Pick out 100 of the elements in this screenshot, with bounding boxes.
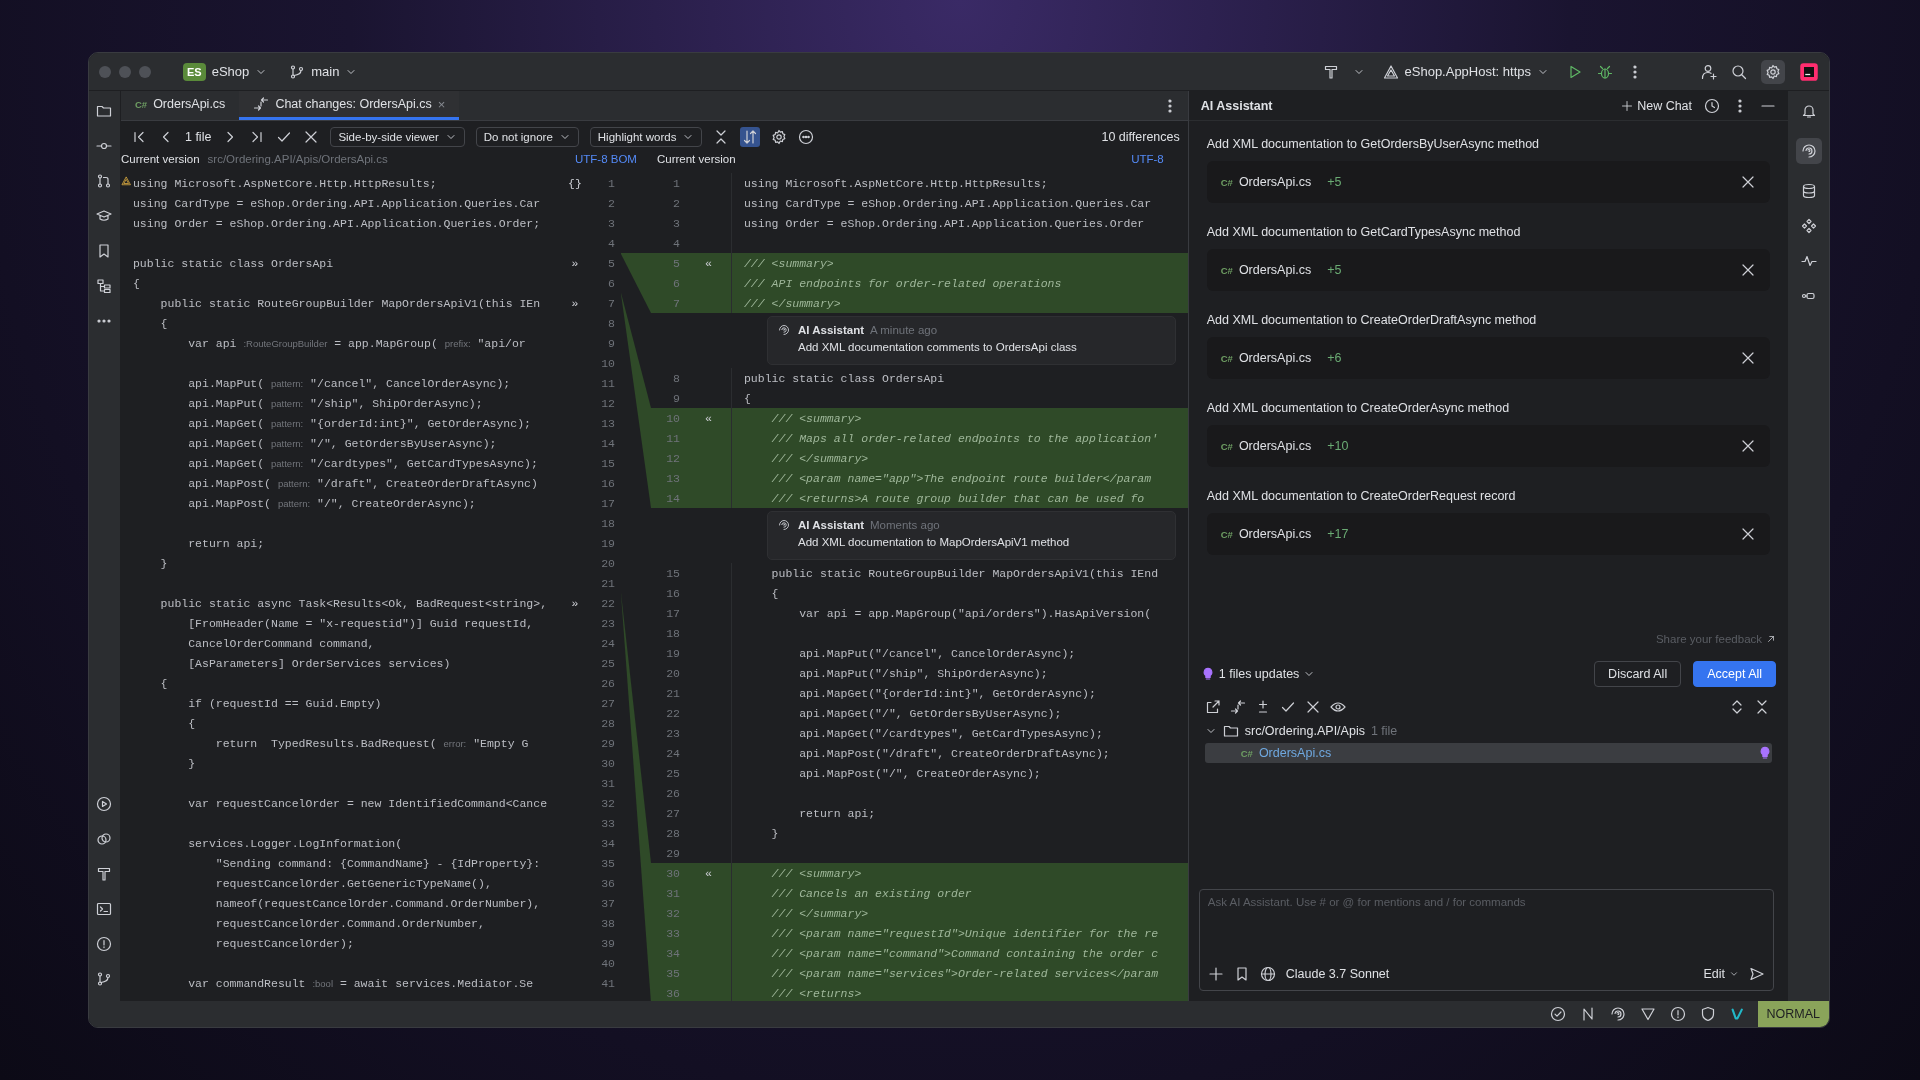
file-node[interactable]: C# OrdersApi.cs: [1204, 743, 1773, 764]
encoding-label[interactable]: UTF-8 BOM: [575, 153, 651, 171]
search-icon[interactable]: [1731, 63, 1747, 80]
triangle-icon[interactable]: [1639, 1006, 1656, 1022]
gutter-marker[interactable]: »: [571, 596, 579, 610]
file-change-card[interactable]: C# OrdersApi.cs +6: [1206, 337, 1771, 379]
open-external-icon[interactable]: [1204, 699, 1221, 716]
editor-tab[interactable]: C# OrdersApi.cs: [120, 91, 240, 120]
code-line: using Order = eShop.Ordering.API.Application.Queries.Order: [743, 216, 1145, 230]
files-updates-dropdown[interactable]: 1 files updates: [1200, 667, 1316, 682]
accept-button[interactable]: Accept All: [1693, 661, 1777, 688]
comment-time: A minute ago: [870, 324, 938, 336]
language-label: C#: [1220, 176, 1233, 188]
hammer-icon[interactable]: [96, 866, 113, 882]
editor-tab[interactable]: Chat changes: OrdersApi.cs ×: [239, 91, 460, 120]
ai-icon[interactable]: [1609, 1006, 1626, 1022]
problems-icon[interactable]: [1669, 1006, 1686, 1022]
code-line: api.MapPut("/cancel", CancelOrderAsync);: [798, 646, 1076, 660]
gutter-marker[interactable]: «: [705, 256, 712, 270]
gutter-marker[interactable]: »: [571, 296, 579, 310]
line-number: 31: [601, 776, 615, 790]
ai-assistant-icon[interactable]: [1795, 138, 1822, 164]
debug-icon[interactable]: [1597, 63, 1613, 80]
graduation-cap-icon[interactable]: [96, 208, 113, 224]
code-line: api.MapGet("{orderId:int}", GetOrderAsync);: [798, 686, 1096, 700]
activity-icon[interactable]: [1800, 253, 1817, 269]
code-line: /// <param name="app">The endpoint route builder</param: [770, 471, 1152, 485]
code-line: "Sending command: {CommandName} - {IdProperty}:: [214, 856, 541, 870]
branch-selector[interactable]: main: [285, 60, 362, 83]
database-icon[interactable]: [1800, 183, 1817, 199]
components-icon[interactable]: [1800, 218, 1817, 234]
add-user-icon[interactable]: [1701, 63, 1717, 80]
pull-request-icon[interactable]: [96, 173, 113, 189]
code-line: [AsParameters] OrderServices services): [187, 656, 451, 670]
close-icon[interactable]: ×: [437, 96, 446, 112]
gutter-marker[interactable]: «: [705, 411, 712, 425]
line-number: 40: [601, 956, 615, 970]
mode-dropdown[interactable]: Edit: [1703, 967, 1740, 981]
line-number: 17: [601, 496, 615, 510]
file-change-card[interactable]: C# OrdersApi.cs +17: [1206, 513, 1771, 555]
caret-icon: [1729, 969, 1740, 979]
model-selector[interactable]: Claude 3.7 Sonnet: [1285, 967, 1390, 981]
code-line: api.MapPost("/", CreateOrderAsync);: [798, 766, 1041, 780]
line-number: 27: [666, 806, 680, 820]
run-icon[interactable]: [96, 796, 113, 812]
plus-icon[interactable]: [1207, 966, 1224, 982]
shield-icon[interactable]: [1699, 1006, 1716, 1022]
check-circle-icon[interactable]: [1549, 1006, 1566, 1022]
language-label: C#: [1220, 440, 1233, 452]
more-icon[interactable]: [798, 129, 815, 145]
sync-scroll-icon[interactable]: [740, 127, 761, 147]
app-logo-icon[interactable]: [1799, 61, 1819, 82]
line-number: 14: [601, 436, 615, 450]
merge-icon[interactable]: [1229, 699, 1246, 716]
line-number: 38: [601, 916, 615, 930]
discard-button[interactable]: Discard All: [1594, 661, 1682, 688]
hammer-icon[interactable]: [1322, 63, 1339, 80]
line-number: 2: [673, 196, 680, 210]
branch-icon[interactable]: [96, 971, 113, 987]
v-logo-icon[interactable]: [1729, 1007, 1744, 1021]
settings-icon[interactable]: [1761, 59, 1785, 84]
terminal-icon[interactable]: [96, 901, 113, 917]
gutter-marker[interactable]: {}: [568, 176, 582, 190]
notifications-icon[interactable]: [1800, 103, 1817, 119]
code-line: api.MapPut( pattern: "/ship", ShipOrderAsync);: [187, 396, 483, 410]
file-name: OrdersApi.cs: [1238, 439, 1312, 453]
new-chat-button[interactable]: New Chat: [1621, 98, 1693, 113]
settings-icon[interactable]: [771, 129, 788, 145]
gutter-marker[interactable]: »: [571, 256, 579, 270]
folder-node[interactable]: src/Ordering.API/Apis 1 file: [1204, 721, 1773, 742]
chat-input[interactable]: Ask AI Assistant. Use # or @ for mentions and / for commands Claude 3.7 Sonnet Edit: [1198, 889, 1775, 991]
file-change-card[interactable]: C# OrdersApi.cs +5: [1206, 161, 1771, 203]
code-line: api.MapGet("/", GetOrdersByUserAsync);: [798, 706, 1062, 720]
history-icon[interactable]: [1704, 97, 1721, 114]
code-line: api.MapPut("/ship", ShipOrderAsync);: [798, 666, 1048, 680]
viewer-dropdown[interactable]: Side-by-side viewer: [330, 127, 465, 147]
structure-icon[interactable]: [96, 278, 113, 294]
run-icon[interactable]: [1567, 63, 1583, 80]
line-number: 7: [608, 296, 615, 310]
file-change-card[interactable]: C# OrdersApi.cs +10: [1206, 425, 1771, 467]
highlight-dropdown[interactable]: Highlight words: [589, 127, 703, 147]
language-label: C#: [1220, 352, 1233, 364]
whitespace-dropdown[interactable]: Do not ignore: [475, 127, 579, 147]
vim-mode-indicator: NORMAL: [1757, 1001, 1829, 1027]
code-line: nameof(requestCancelOrder.Command.OrderNumber),: [214, 896, 541, 910]
lightbulb-icon: [1200, 667, 1215, 682]
encoding-label[interactable]: UTF-8: [1131, 153, 1178, 171]
globe-icon[interactable]: [1259, 966, 1276, 982]
run-configuration[interactable]: eShop.AppHost: https: [1378, 60, 1553, 83]
file-change-card[interactable]: C# OrdersApi.cs +5: [1206, 249, 1771, 291]
services-icon[interactable]: [96, 831, 113, 847]
folder-icon: [1222, 723, 1239, 740]
send-icon[interactable]: [1749, 966, 1766, 982]
code-line: {: [187, 716, 196, 730]
project-selector[interactable]: ES eShop: [179, 59, 272, 84]
problems-icon[interactable]: [96, 936, 113, 952]
gutter-marker[interactable]: «: [705, 866, 712, 880]
code-line: /// <param name="command">Command containing the order c: [770, 946, 1159, 960]
folder-icon[interactable]: [96, 103, 113, 119]
line-number: 1: [608, 176, 615, 190]
